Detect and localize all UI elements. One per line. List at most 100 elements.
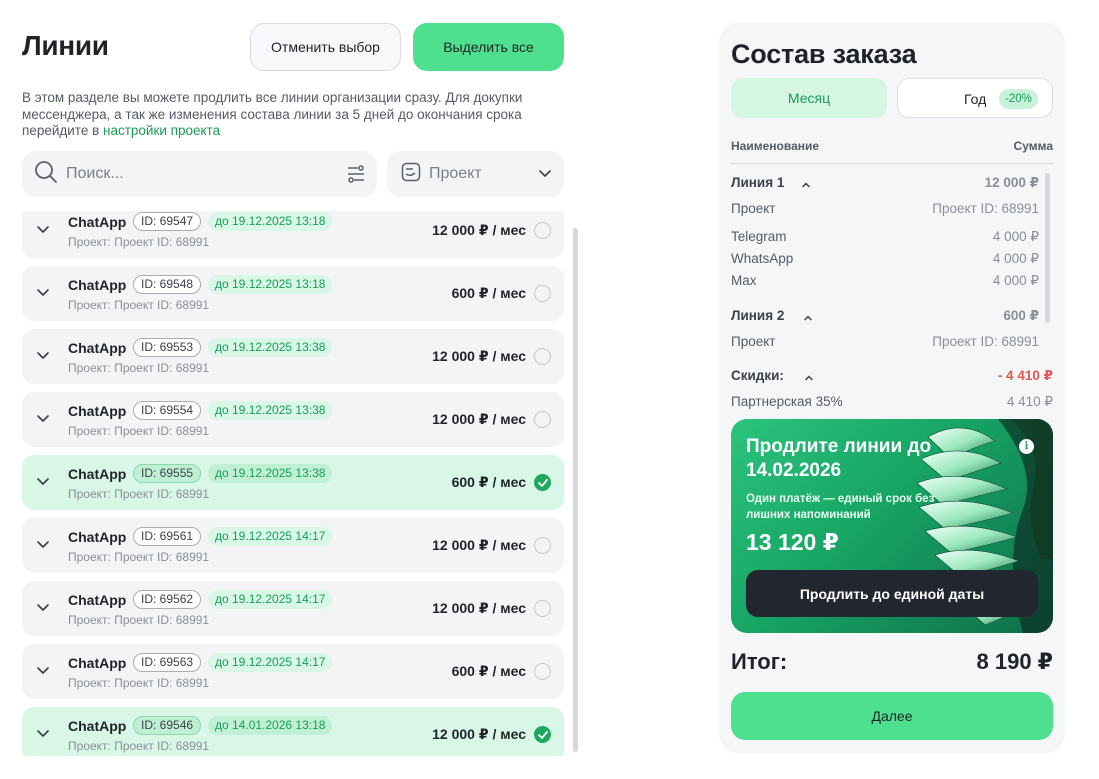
line-price: 12 000 ₽ / мес [432,726,526,742]
line-id-badge: ID: 69548 [133,275,202,294]
project-icon [401,162,421,187]
line-project: Проект: Проект ID: 68991 [68,235,210,249]
project-settings-link[interactable]: настройки проекта [103,123,220,138]
line-select-checkbox[interactable] [534,600,551,617]
discounts-sum: - 4 410 ₽ [997,368,1053,383]
project-filter-label: Проект [429,165,482,182]
expand-chevron-icon[interactable] [36,412,50,431]
line-row[interactable]: ChatApp ID: 69546 до 14.01.2026 13:18 Проек… [22,707,564,756]
line-row[interactable]: ChatApp ID: 69562 до 19.12.2025 14:17 Проек… [22,581,564,636]
line-select-checkbox[interactable] [534,663,551,680]
line-project: Проект: Проект ID: 68991 [68,613,210,627]
line-project: Проект: Проект ID: 68991 [68,487,210,501]
line1-sum: 12 000 ₽ [984,175,1039,190]
partner-discount-sum: 4 410 ₽ [1006,394,1053,409]
search-input[interactable] [66,165,326,183]
line-row[interactable]: ChatApp ID: 69548 до 19.12.2025 13:18 Проек… [22,266,564,321]
line-project: Проект: Проект ID: 68991 [68,424,210,438]
order-scrollbar[interactable] [1045,173,1050,323]
check-icon [538,479,548,487]
period-month-tab[interactable]: Месяц [731,78,887,118]
line1-label: Линия 1 [731,175,785,190]
line-select-checkbox[interactable] [534,726,551,743]
line-row[interactable]: ChatApp ID: 69547 до 19.12.2025 13:18 Проек… [22,211,564,258]
line-id-badge: ID: 69563 [133,653,202,672]
lines-list: ChatApp ID: 69547 до 19.12.2025 13:18 Проек… [22,211,564,756]
filter-settings-icon[interactable] [347,165,365,183]
line-expiry-badge: до 19.12.2025 14:17 [208,527,333,546]
info-icon[interactable]: i [1019,439,1034,454]
promo-title: Продлите линии до 14.02.2026 [746,436,932,481]
search-icon [34,160,58,189]
expand-chevron-icon[interactable] [36,349,50,368]
line-row[interactable]: ChatApp ID: 69561 до 19.12.2025 14:17 Проек… [22,518,564,573]
expand-chevron-icon[interactable] [36,475,50,494]
line-name: ChatApp [68,403,127,419]
line-id-badge: ID: 69562 [133,590,202,609]
line-select-checkbox[interactable] [534,285,551,302]
line1-project-label: Проект [731,201,776,216]
line1-item-name: Telegram [731,229,787,244]
promo-subtitle: Один платёж — единый срок без лишних нап… [746,493,935,521]
partner-discount-label: Партнерская 35% [731,394,843,409]
line-id-badge: ID: 69547 [133,212,202,231]
line-row[interactable]: ChatApp ID: 69553 до 19.12.2025 13:38 Проек… [22,329,564,384]
line1-item-sum: 4 000 ₽ [992,251,1039,266]
check-icon [538,731,548,739]
line-expiry-badge: до 14.01.2026 13:18 [208,716,333,735]
select-all-button[interactable]: Выделить все [413,23,564,71]
line-row[interactable]: ChatApp ID: 69554 до 19.12.2025 13:38 Проек… [22,392,564,447]
line-select-checkbox[interactable] [534,222,551,239]
line-select-checkbox[interactable] [534,474,551,491]
line1-item-sum: 4 000 ₽ [992,229,1039,244]
line2-chevron-up-icon[interactable] [803,310,813,328]
next-button[interactable]: Далее [731,692,1053,740]
line-expiry-badge: до 19.12.2025 14:17 [208,590,333,609]
line-expiry-badge: до 19.12.2025 13:38 [208,401,333,420]
expand-chevron-icon[interactable] [36,601,50,620]
period-year-tab[interactable]: Год -20% [897,78,1053,118]
col-name-header: Наименование [731,139,820,153]
line-select-checkbox[interactable] [534,348,551,365]
page-title: Линии [22,30,109,61]
line-project: Проект: Проект ID: 68991 [68,676,210,690]
line-id-badge: ID: 69553 [133,338,202,357]
line-row[interactable]: ChatApp ID: 69563 до 19.12.2025 14:17 Проек… [22,644,564,699]
expand-chevron-icon[interactable] [36,538,50,557]
line-price: 12 000 ₽ / мес [432,222,526,238]
cancel-selection-button[interactable]: Отменить выбор [250,23,401,71]
line-name: ChatApp [68,277,127,293]
line-project: Проект: Проект ID: 68991 [68,361,210,375]
line-row[interactable]: ChatApp ID: 69555 до 19.12.2025 13:38 Проек… [22,455,564,510]
line-name: ChatApp [68,718,127,734]
line-select-checkbox[interactable] [534,537,551,554]
line-price: 600 ₽ / мес [451,285,526,301]
line-expiry-badge: до 19.12.2025 14:17 [208,653,333,672]
total-label: Итог: [731,649,788,674]
discounts-chevron-up-icon[interactable] [804,370,814,388]
line-expiry-badge: до 19.12.2025 13:18 [208,275,333,294]
line-expiry-badge: до 19.12.2025 13:38 [208,338,333,357]
search-box[interactable] [22,151,377,197]
line-name: ChatApp [68,214,127,230]
extend-to-single-date-button[interactable]: Продлить до единой даты [746,570,1038,617]
expand-chevron-icon[interactable] [36,664,50,683]
expand-chevron-icon[interactable] [36,727,50,746]
lines-scrollbar[interactable] [573,228,578,752]
expand-chevron-icon[interactable] [36,223,50,242]
line-expiry-badge: до 19.12.2025 13:38 [208,464,333,483]
order-summary-panel: Состав заказа Месяц Год -20% Наименовани… [719,23,1065,753]
line-id-badge: ID: 69546 [133,716,202,735]
expand-chevron-icon[interactable] [36,286,50,305]
line-id-badge: ID: 69561 [133,527,202,546]
line-price: 12 000 ₽ / мес [432,537,526,553]
line-select-checkbox[interactable] [534,411,551,428]
line-id-badge: ID: 69555 [133,464,202,483]
line-project: Проект: Проект ID: 68991 [68,298,210,312]
line1-chevron-up-icon[interactable] [801,177,811,195]
project-filter-select[interactable]: Проект [387,151,564,197]
line-price: 12 000 ₽ / мес [432,600,526,616]
line2-sum: 600 ₽ [1003,308,1039,323]
order-title: Состав заказа [731,39,917,69]
lines-section: Линии Отменить выбор Выделить все В этом… [22,0,564,779]
